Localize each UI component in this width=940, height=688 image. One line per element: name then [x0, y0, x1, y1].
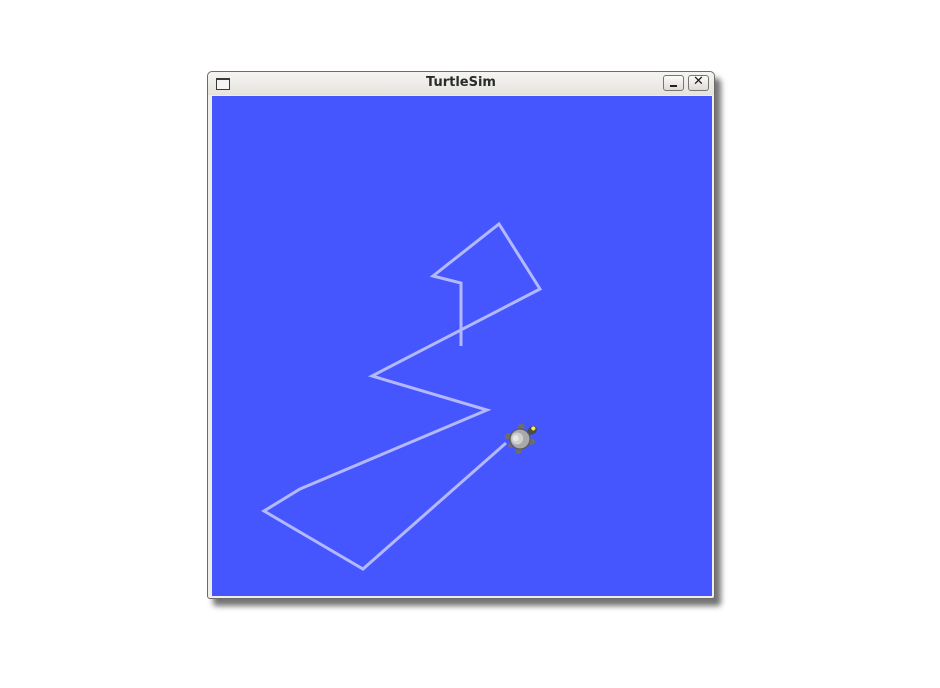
turtle-canvas — [212, 96, 712, 596]
close-icon: ✕ — [693, 74, 704, 89]
turtle-drawing — [261, 221, 543, 571]
turtlesim-window: TurtleSim ✕ — [207, 71, 715, 599]
title-bar[interactable]: TurtleSim ✕ — [208, 72, 714, 95]
window-title: TurtleSim — [426, 75, 496, 90]
turtle-icon — [504, 423, 537, 455]
pen-trail — [261, 221, 543, 571]
close-button[interactable]: ✕ — [688, 74, 709, 91]
minimize-button[interactable] — [663, 75, 684, 91]
minimize-icon — [670, 85, 677, 87]
